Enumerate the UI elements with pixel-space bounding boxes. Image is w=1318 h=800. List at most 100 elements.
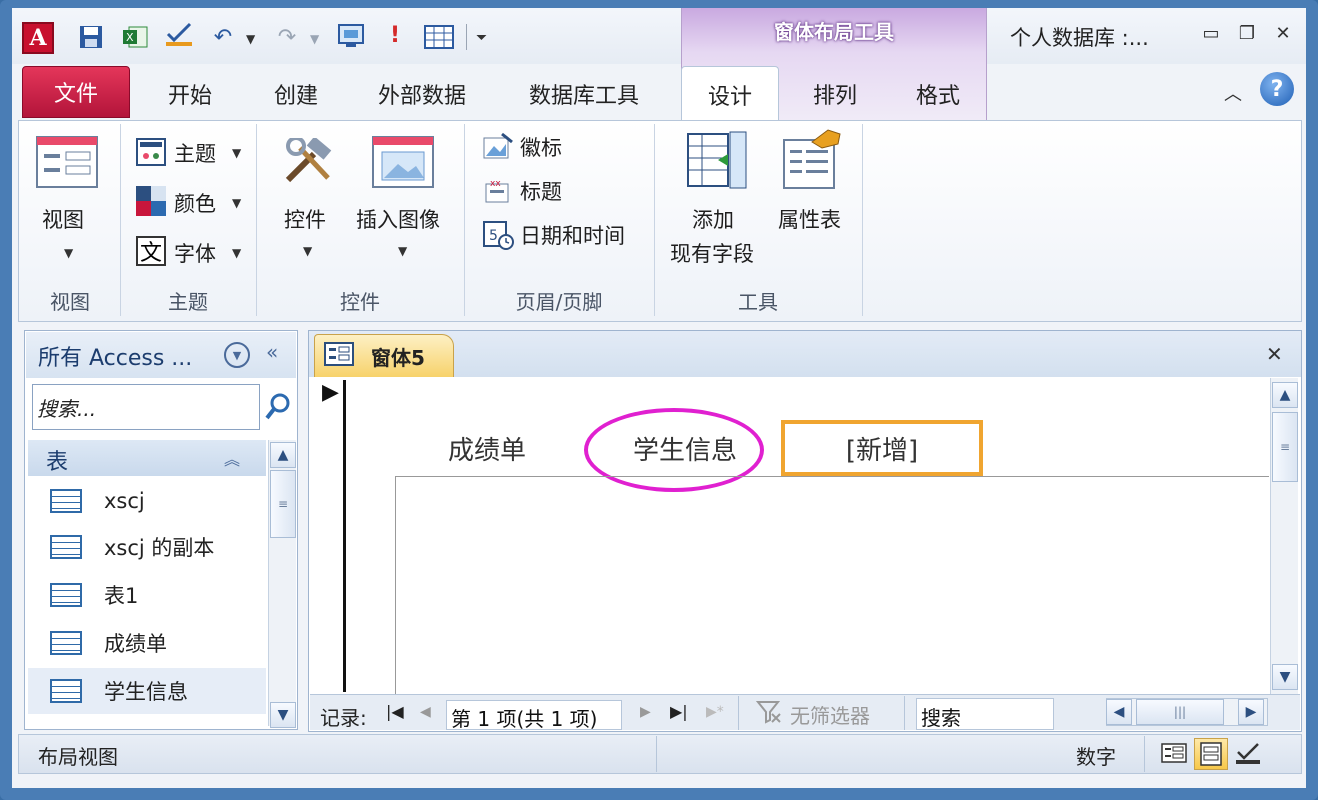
search-icon[interactable]	[264, 392, 292, 426]
form-view-icon[interactable]	[1160, 740, 1188, 770]
tab-design[interactable]: 设计	[681, 66, 779, 122]
form-icon	[324, 342, 354, 366]
view-form-icon[interactable]	[36, 136, 98, 192]
restore-icon[interactable]: ❐	[1234, 20, 1260, 46]
scroll-thumb[interactable]: ≡	[1272, 412, 1298, 482]
theme-dropdown-icon[interactable]: ▼	[232, 146, 241, 160]
insert-image-dropdown-icon[interactable]: ▼	[398, 244, 407, 258]
collapse-ribbon-icon[interactable]: ︿	[1224, 80, 1242, 106]
title-icon[interactable]: xx	[484, 176, 512, 208]
logo-button-label[interactable]: 徽标	[520, 132, 562, 162]
svg-text:xx: xx	[490, 179, 501, 189]
table-icon	[50, 535, 82, 559]
excel-export-icon[interactable]: X	[120, 22, 150, 52]
controls-tools-icon[interactable]	[280, 136, 340, 192]
list-item[interactable]: xscj 的副本	[28, 524, 266, 570]
minimize-icon[interactable]: ▭	[1198, 20, 1224, 46]
access-logo-icon[interactable]: A	[22, 22, 54, 54]
colors-icon[interactable]	[136, 186, 166, 220]
add-existing-fields-icon[interactable]	[686, 130, 750, 194]
redo-icon[interactable]: ↷	[272, 22, 302, 52]
scroll-thumb[interactable]: ≡	[270, 470, 296, 538]
first-record-icon[interactable]: |◀	[386, 702, 404, 721]
list-item[interactable]: 学生信息	[28, 668, 266, 714]
previous-record-icon[interactable]: ◀	[420, 704, 431, 720]
view-dropdown-icon[interactable]: ▼	[64, 246, 73, 260]
colors-dropdown-icon[interactable]: ▼	[232, 196, 241, 210]
redo-dropdown-icon[interactable]: ▼	[310, 32, 319, 46]
help-icon[interactable]: ?	[1260, 72, 1294, 106]
view-icon[interactable]	[336, 20, 366, 50]
no-filter-label[interactable]: 无筛选器	[790, 700, 870, 729]
last-record-icon[interactable]: ▶|	[670, 702, 688, 721]
record-search-input[interactable]: 搜索	[916, 698, 1054, 730]
undo-dropdown-icon[interactable]: ▼	[246, 32, 255, 46]
collapse-nav-icon[interactable]: «	[266, 340, 278, 364]
property-sheet-button-label[interactable]: 属性表	[778, 204, 841, 234]
fonts-dropdown-icon[interactable]: ▼	[232, 246, 241, 260]
theme-icon[interactable]	[136, 138, 166, 170]
nav-menu-chevron-icon[interactable]: ▼	[224, 342, 250, 368]
scroll-right-icon[interactable]: ▶	[1238, 699, 1264, 725]
tab-external-data[interactable]: 外部数据	[362, 70, 482, 118]
hscroll-thumb[interactable]: |||	[1136, 699, 1224, 725]
current-record-input[interactable]: 第 1 项(共 1 项)	[446, 700, 622, 731]
layout-view-icon[interactable]	[1194, 738, 1228, 770]
status-view-label: 布局视图	[38, 745, 118, 769]
tab-format[interactable]: 格式	[898, 70, 978, 118]
fonts-icon[interactable]: 文	[136, 236, 166, 266]
view-button-label[interactable]: 视图	[42, 204, 84, 234]
fonts-button-label[interactable]: 字体	[174, 238, 216, 268]
add-fields-label-line1[interactable]: 添加	[692, 204, 734, 234]
customize-qat-icon[interactable]: ⏷	[476, 30, 487, 46]
tab-create[interactable]: 创建	[256, 70, 336, 118]
form-tab-grades[interactable]: 成绩单	[420, 420, 554, 476]
scroll-down-icon[interactable]: ▼	[270, 702, 296, 728]
record-selector[interactable]	[312, 380, 346, 692]
group-collapse-icon[interactable]: ︽	[224, 446, 240, 470]
svg-text:5: 5	[489, 228, 498, 244]
scroll-down-icon[interactable]: ▼	[1272, 664, 1298, 690]
form-tab-new[interactable]: [新增]	[781, 420, 983, 476]
list-item[interactable]: xscj	[28, 478, 266, 524]
nav-search-input[interactable]: 搜索...	[32, 384, 260, 430]
close-window-icon[interactable]: ✕	[1270, 20, 1296, 46]
list-item[interactable]: 成绩单	[28, 620, 266, 666]
document-title: 个人数据库 :...	[1010, 26, 1149, 50]
design-view-icon[interactable]	[1234, 740, 1262, 772]
insert-image-button-label[interactable]: 插入图像	[356, 204, 440, 234]
new-record-icon[interactable]: ▶*	[706, 704, 724, 720]
scroll-up-icon[interactable]: ▲	[1272, 382, 1298, 408]
next-record-icon[interactable]: ▶	[640, 704, 651, 720]
filter-icon[interactable]	[755, 700, 782, 728]
qat-separator	[466, 24, 467, 50]
title-button-label[interactable]: 标题	[520, 176, 562, 206]
theme-button-label[interactable]: 主题	[174, 138, 216, 168]
controls-button-label[interactable]: 控件	[284, 204, 326, 234]
undo-icon[interactable]: ↶	[208, 22, 238, 52]
property-sheet-icon[interactable]	[782, 128, 844, 194]
tab-file[interactable]: 文件	[22, 66, 130, 118]
add-fields-label-line2[interactable]: 现有字段	[670, 238, 754, 268]
exclamation-icon[interactable]: !	[380, 20, 410, 50]
date-time-button-label[interactable]: 日期和时间	[520, 220, 625, 250]
nav-pane-title[interactable]: 所有 Access ...	[38, 340, 192, 372]
controls-dropdown-icon[interactable]: ▼	[303, 244, 312, 258]
tab-database-tools[interactable]: 数据库工具	[514, 70, 654, 118]
scroll-up-icon[interactable]: ▲	[270, 442, 296, 468]
logo-icon[interactable]	[482, 132, 514, 166]
save-icon[interactable]	[76, 22, 106, 52]
close-document-icon[interactable]: ✕	[1266, 342, 1283, 366]
table-icon[interactable]	[424, 22, 454, 52]
insert-image-icon[interactable]	[372, 136, 434, 192]
record-label: 记录:	[320, 706, 367, 730]
tab-arrange[interactable]: 排列	[795, 70, 875, 118]
date-time-icon[interactable]: 5	[482, 220, 514, 254]
status-separator	[656, 736, 657, 772]
list-item[interactable]: 表1	[28, 572, 266, 618]
colors-button-label[interactable]: 颜色	[174, 188, 216, 218]
checklist-edit-icon[interactable]	[164, 20, 194, 50]
tab-home[interactable]: 开始	[150, 70, 230, 118]
tab-strip-line	[983, 476, 1269, 477]
scroll-left-icon[interactable]: ◀	[1106, 699, 1132, 725]
